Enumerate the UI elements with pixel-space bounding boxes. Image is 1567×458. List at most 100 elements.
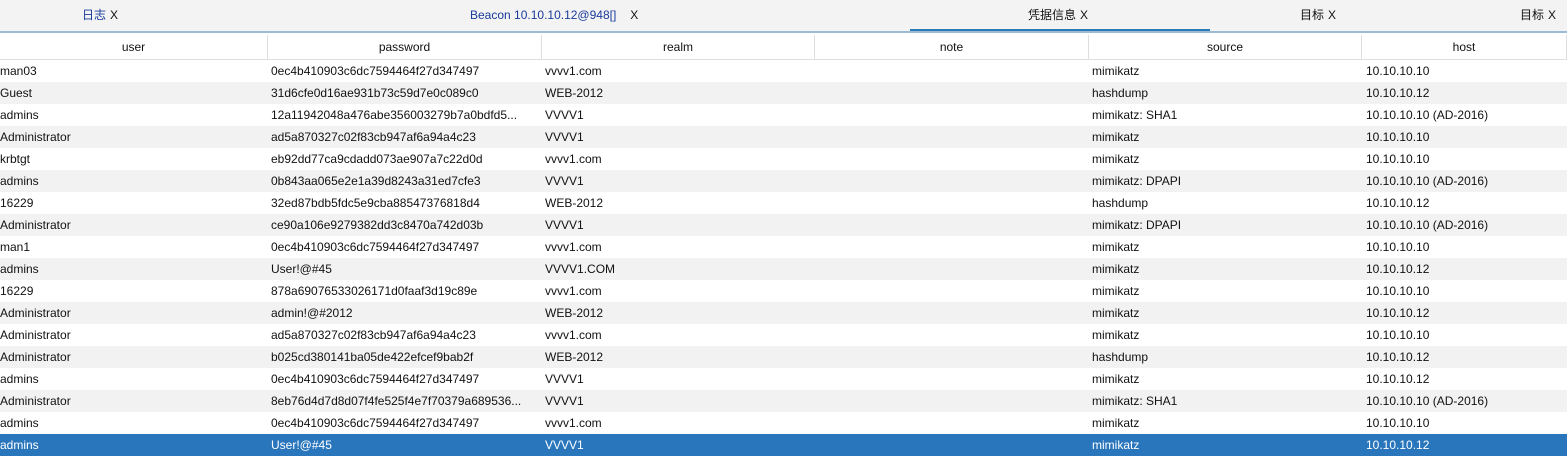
cell-realm: VVVV1	[545, 218, 584, 232]
table-row[interactable]: Administrator ce90a106e9279382dd3c8470a74…	[0, 214, 1567, 236]
table-row[interactable]: Guest 31d6cfe0d16ae931b73c59d7e0c089c0 WEB…	[0, 82, 1567, 104]
cell-password: ad5a870327c02f83cb947af6a94a4c23	[271, 328, 476, 342]
table-row[interactable]: Administrator ad5a870327c02f83cb947af6a94…	[0, 126, 1567, 148]
cell-host: 10.10.10.10	[1366, 328, 1430, 342]
cell-source: hashdump	[1092, 86, 1149, 100]
tab-bar: 日志 X Beacon 10.10.10.12@948[] X 凭据信息 X 目标 X …	[0, 0, 1567, 32]
cell-source: mimikatz	[1092, 438, 1140, 452]
cell-note	[818, 60, 1087, 82]
table-row[interactable]: Administrator b025cd380141ba05de422efcef9…	[0, 346, 1567, 368]
cell-realm: vvvv1.com	[545, 284, 602, 298]
table-row[interactable]: Administrator admin!@#2012 WEB-2012 mimikat…	[0, 302, 1567, 324]
table-row[interactable]: krbtgt eb92dd77ca9cdadd073ae907a7c22d0d vv…	[0, 148, 1567, 170]
cell-user: admins	[0, 372, 39, 386]
tab-targets-2[interactable]: 目标 X	[1520, 0, 1556, 31]
cell-user: admins	[0, 108, 39, 122]
cell-note	[818, 258, 1087, 280]
cell-password: 0ec4b410903c6dc7594464f27d347497	[271, 64, 480, 78]
cell-note	[818, 390, 1087, 412]
cell-realm: vvvv1.com	[545, 416, 602, 430]
cell-host: 10.10.10.10	[1366, 240, 1430, 254]
table-row[interactable]: Administrator 8eb76d4d7d8d07f4fe525f4e7f7…	[0, 390, 1567, 412]
table-row[interactable]: admins 0b843aa065e2e1a39d8243a31ed7cfe3 VV…	[0, 170, 1567, 192]
cell-note	[818, 434, 1087, 456]
cell-password: admin!@#2012	[271, 306, 353, 320]
cell-source: mimikatz	[1092, 284, 1140, 298]
cell-note	[818, 214, 1087, 236]
cell-source: mimikatz	[1092, 64, 1140, 78]
cell-host: 10.10.10.12	[1366, 438, 1430, 452]
cell-password: 32ed87bdb5fdc5e9cba88547376818d4	[271, 196, 480, 210]
cell-realm: WEB-2012	[545, 350, 604, 364]
column-header-password[interactable]: password	[268, 35, 542, 59]
cell-password: eb92dd77ca9cdadd073ae907a7c22d0d	[271, 152, 483, 166]
table-row[interactable]: 16229 32ed87bdb5fdc5e9cba88547376818d4 WEB…	[0, 192, 1567, 214]
table-row[interactable]: admins 0ec4b410903c6dc7594464f27d347497 VV…	[0, 368, 1567, 390]
cell-host: 10.10.10.10	[1366, 64, 1430, 78]
cell-source: mimikatz	[1092, 262, 1140, 276]
cell-note	[818, 148, 1087, 170]
cell-password: 878a69076533026171d0faaf3d19c89e	[271, 284, 478, 298]
cell-note	[818, 126, 1087, 148]
table-row[interactable]: admins User!@#45 VVVV1 mimikatz 10.10.10.12	[0, 434, 1567, 456]
cell-host: 10.10.10.12	[1366, 196, 1430, 210]
cell-note	[818, 346, 1087, 368]
cell-note	[818, 82, 1087, 104]
table-row[interactable]: admins User!@#45 VVVV1.COM mimikatz 10.10.10…	[0, 258, 1567, 280]
cell-user: Administrator	[0, 130, 71, 144]
cell-password: 0ec4b410903c6dc7594464f27d347497	[271, 372, 480, 386]
tab-log[interactable]: 日志 X	[82, 0, 118, 31]
cell-user: man1	[0, 240, 31, 254]
tab-credentials-label: 凭据信息	[1028, 8, 1077, 22]
cell-note	[818, 236, 1087, 258]
cell-note	[818, 280, 1087, 302]
cell-realm: vvvv1.com	[545, 328, 602, 342]
cell-source: mimikatz: DPAPI	[1092, 218, 1182, 232]
column-header-user[interactable]: user	[0, 35, 268, 59]
table-row[interactable]: 16229 878a69076533026171d0faaf3d19c89e vvv…	[0, 280, 1567, 302]
cell-host: 10.10.10.12	[1366, 306, 1430, 320]
table-header: user password realm note source host	[0, 35, 1567, 60]
cell-user: man03	[0, 64, 37, 78]
table-row[interactable]: man03 0ec4b410903c6dc7594464f27d347497 vvv…	[0, 60, 1567, 82]
cell-host: 10.10.10.12	[1366, 262, 1430, 276]
cell-source: mimikatz	[1092, 152, 1140, 166]
cell-user: Administrator	[0, 218, 71, 232]
cell-realm: WEB-2012	[545, 86, 604, 100]
cell-user: 16229	[0, 196, 34, 210]
tab-targets-1-close-button[interactable]: X	[1328, 8, 1336, 22]
column-header-realm[interactable]: realm	[542, 35, 815, 59]
tab-beacon[interactable]: Beacon 10.10.10.12@948[] X	[470, 0, 638, 31]
cell-password: ce90a106e9279382dd3c8470a742d03b	[271, 218, 484, 232]
table-row[interactable]: Administrator ad5a870327c02f83cb947af6a94…	[0, 324, 1567, 346]
table-row[interactable]: admins 0ec4b410903c6dc7594464f27d347497 vv…	[0, 412, 1567, 434]
tab-log-close-button[interactable]: X	[110, 8, 118, 22]
cell-host: 10.10.10.10	[1366, 416, 1430, 430]
cell-source: mimikatz: DPAPI	[1092, 174, 1182, 188]
table-row[interactable]: admins 12a11942048a476abe356003279b7a0bdf…	[0, 104, 1567, 126]
tab-targets-1-label: 目标	[1300, 8, 1325, 22]
cell-password: ad5a870327c02f83cb947af6a94a4c23	[271, 130, 476, 144]
cell-realm: WEB-2012	[545, 306, 604, 320]
column-header-note[interactable]: note	[815, 35, 1089, 59]
tab-beacon-close-button[interactable]: X	[630, 8, 638, 22]
cell-user: Administrator	[0, 306, 71, 320]
tab-targets-1[interactable]: 目标 X	[1300, 0, 1336, 31]
cell-host: 10.10.10.12	[1366, 372, 1430, 386]
table-row[interactable]: man1 0ec4b410903c6dc7594464f27d347497 vvvv…	[0, 236, 1567, 258]
cell-realm: VVVV1	[545, 438, 584, 452]
column-header-source[interactable]: source	[1089, 35, 1362, 59]
tab-credentials[interactable]: 凭据信息 X	[1028, 0, 1088, 31]
cell-host: 10.10.10.12	[1366, 350, 1430, 364]
tab-targets-2-close-button[interactable]: X	[1548, 8, 1556, 22]
cell-note	[818, 302, 1087, 324]
tab-credentials-close-button[interactable]: X	[1080, 8, 1088, 22]
credentials-table: user password realm note source host man03 0ec…	[0, 35, 1567, 458]
cell-host: 10.10.10.10 (AD-2016)	[1366, 218, 1489, 232]
cell-password: b025cd380141ba05de422efcef9bab2f	[271, 350, 474, 364]
cell-realm: VVVV1	[545, 108, 584, 122]
column-header-host[interactable]: host	[1362, 35, 1567, 59]
cell-host: 10.10.10.10	[1366, 130, 1430, 144]
cell-user: admins	[0, 262, 39, 276]
cell-host: 10.10.10.12	[1366, 86, 1430, 100]
